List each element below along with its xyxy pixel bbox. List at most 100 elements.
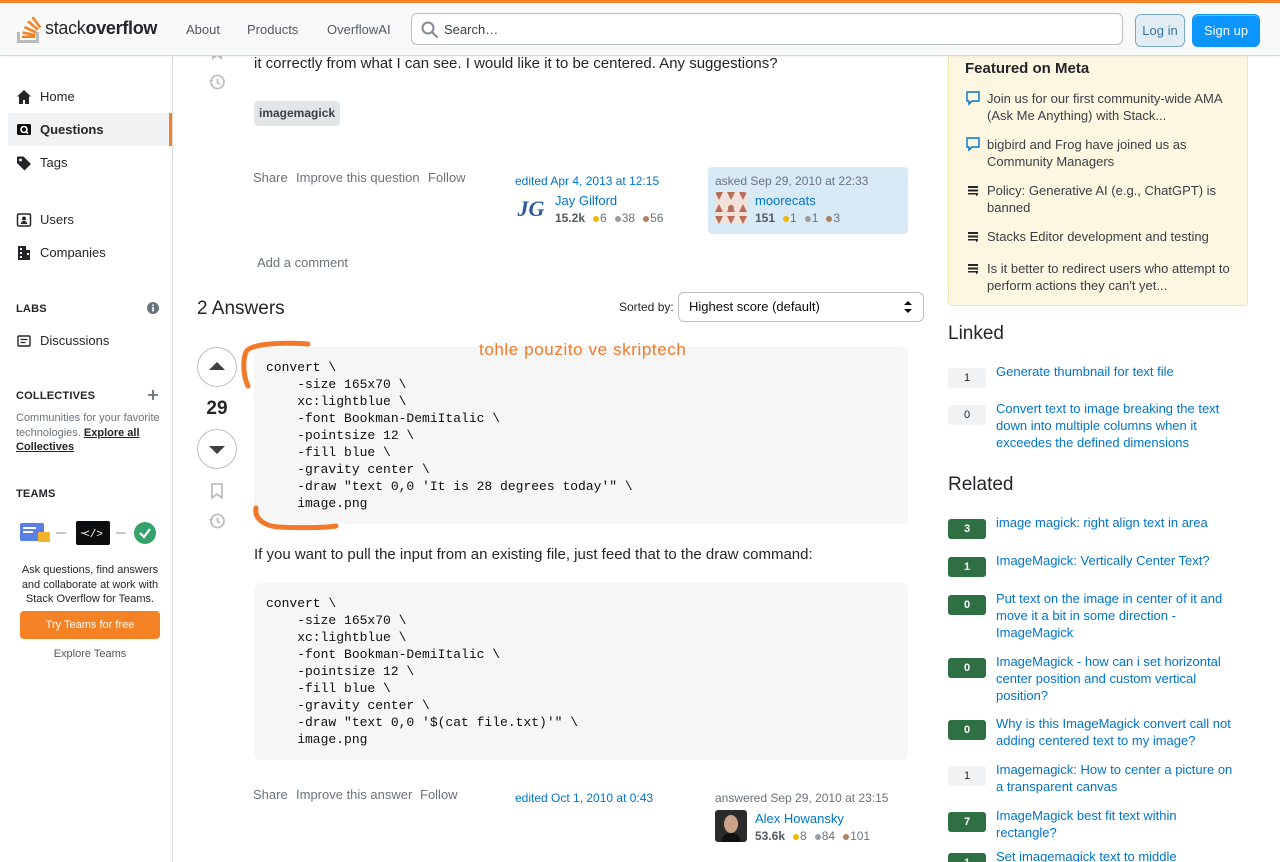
avatar[interactable] <box>715 192 747 224</box>
question-edited-link[interactable]: edited Apr 4, 2013 at 12:15 <box>515 174 659 188</box>
answer-answered-time: answered Sep 29, 2010 at 23:15 <box>715 791 889 805</box>
question-score: 0 <box>948 658 986 678</box>
stackoverflow-logo[interactable]: stackoverflow <box>16 12 157 44</box>
logo-text-light: stack <box>45 17 86 38</box>
downvote-button[interactable] <box>197 429 237 469</box>
sidebar-item-label: Companies <box>40 245 106 260</box>
linked-question-title: Convert text to image breaking the text … <box>996 401 1220 450</box>
collectives-description: Communities for your favorite technologi… <box>16 411 166 455</box>
bronze-badge-count: 3 <box>833 211 841 225</box>
history-icon[interactable] <box>207 72 227 92</box>
logo-text: stackoverflow <box>45 18 157 39</box>
gold-badge-count: 1 <box>790 211 797 225</box>
sidebar-item-discussions[interactable]: Discussions <box>8 324 172 357</box>
related-question-title: ImageMagick - how can i set horizontal c… <box>996 654 1221 703</box>
nav-overflowai[interactable]: OverflowAI <box>327 22 391 37</box>
bronze-badge-icon <box>826 216 833 222</box>
discussions-icon <box>16 333 32 349</box>
asker-username[interactable]: moorecats <box>755 193 816 208</box>
nav-about[interactable]: About <box>186 22 220 37</box>
sidebar-item-home[interactable]: Home <box>8 80 172 113</box>
meta-item[interactable]: Join us for our first community-wide AMA… <box>965 90 1235 124</box>
silver-badge-count: 38 <box>621 211 636 225</box>
reputation-score: 53.6k <box>755 829 786 843</box>
sidebar-item-label: Users <box>40 212 74 227</box>
teams-description: Ask questions, find answers and collabor… <box>21 564 159 605</box>
bookmark-icon[interactable] <box>207 481 227 501</box>
stackoverflow-logo-icon <box>17 16 41 43</box>
code-block: convert \ -size 165x70 \ xc:lightblue \ … <box>254 347 908 524</box>
nav-products[interactable]: Products <box>247 22 298 37</box>
sort-selected-value: Highest score (default) <box>689 299 820 314</box>
add-comment-link[interactable]: Add a comment <box>257 255 348 270</box>
sidebar-item-label: Questions <box>40 122 104 137</box>
questions-icon <box>16 122 32 138</box>
related-heading: Related <box>948 474 1014 495</box>
sidebar-item-label: Tags <box>40 155 68 170</box>
follow-link[interactable]: Follow <box>420 787 458 802</box>
meta-item[interactable]: bigbird and Frog have joined us as Commu… <box>965 136 1235 170</box>
sidebar-item-label: Discussions <box>40 333 110 348</box>
meta-item[interactable]: Is it better to redirect users who attem… <box>965 260 1235 294</box>
teams-title: TEAMS <box>16 488 56 500</box>
sidebar-item-tags[interactable]: Tags <box>8 146 172 179</box>
editor-username[interactable]: Jay Gilford <box>555 193 617 208</box>
question-score: 7 <box>948 812 986 832</box>
related-question-title: Why is this ImageMagick convert call not… <box>996 716 1231 748</box>
search-box[interactable] <box>411 13 1123 45</box>
stack-exchange-icon <box>968 232 978 243</box>
speech-bubble-icon <box>966 137 980 152</box>
share-link[interactable]: Share <box>253 170 288 185</box>
answer-edited-link[interactable]: edited Oct 1, 2010 at 0:43 <box>515 791 653 805</box>
avatar[interactable]: JG <box>515 192 547 224</box>
improve-answer-link[interactable]: Improve this answer <box>296 787 412 802</box>
explore-teams-link[interactable]: Explore Teams <box>20 648 160 660</box>
history-icon[interactable] <box>207 511 227 531</box>
meta-item-text: Join us for our first community-wide AMA… <box>987 91 1222 123</box>
left-sidebar: Home Questions Tags Users Companies LABS… <box>0 56 173 862</box>
question-asked-time: asked Sep 29, 2010 at 22:33 <box>715 174 869 188</box>
share-link[interactable]: Share <box>253 787 288 802</box>
answer-text: If you want to pull the input from an ex… <box>254 546 813 563</box>
meta-item-text: Policy: Generative AI (e.g., ChatGPT) is… <box>987 183 1217 215</box>
labs-title: LABS <box>16 303 47 315</box>
improve-question-link[interactable]: Improve this question <box>296 170 420 185</box>
editor-reputation: 15.2k 6 38 56 <box>555 211 663 225</box>
meta-item-text: Is it better to redirect users who attem… <box>987 261 1230 293</box>
sidebar-item-companies[interactable]: Companies <box>8 236 172 269</box>
home-icon <box>16 89 32 105</box>
meta-item[interactable]: Policy: Generative AI (e.g., ChatGPT) is… <box>965 182 1235 216</box>
sidebar-item-label: Home <box>40 89 75 104</box>
sort-label: Sorted by: <box>619 300 674 314</box>
arrow-up-icon <box>209 362 225 370</box>
question-score: 1 <box>948 368 986 388</box>
related-question-title: Put text on the image in center of it an… <box>996 591 1223 640</box>
upvote-button[interactable] <box>197 347 237 387</box>
try-teams-button[interactable]: Try Teams for free <box>20 611 160 639</box>
related-question-title: Set imagemagick text to middle <box>996 849 1177 862</box>
dropdown-arrows-icon <box>904 301 912 313</box>
gold-badge-icon <box>593 216 600 222</box>
signup-button[interactable]: Sign up <box>1192 14 1260 47</box>
avatar[interactable] <box>715 810 747 842</box>
linked-question-title: Generate thumbnail for text file <box>996 364 1174 379</box>
plus-icon[interactable] <box>147 389 159 404</box>
answerer-username[interactable]: Alex Howansky <box>755 811 844 826</box>
arrow-down-icon <box>209 446 225 454</box>
silver-badge-icon <box>814 834 821 840</box>
stack-exchange-icon <box>968 186 978 197</box>
tag-imagemagick[interactable]: imagemagick <box>254 101 341 126</box>
companies-icon <box>16 245 32 261</box>
related-question-title: Imagemagick: How to center a picture on … <box>996 762 1233 794</box>
annotation-text: tohle pouzito ve skriptech <box>479 340 687 359</box>
top-bar: stackoverflow About Products OverflowAI … <box>0 0 1280 56</box>
sort-select[interactable]: Highest score (default) <box>678 292 924 322</box>
question-score: 1 <box>948 557 986 577</box>
follow-link[interactable]: Follow <box>428 170 466 185</box>
login-button[interactable]: Log in <box>1135 14 1185 47</box>
sidebar-item-questions[interactable]: Questions <box>8 113 172 146</box>
info-icon[interactable] <box>147 302 159 317</box>
meta-item[interactable]: Stacks Editor development and testing <box>965 228 1235 245</box>
search-input[interactable] <box>444 18 1104 40</box>
sidebar-item-users[interactable]: Users <box>8 203 172 236</box>
